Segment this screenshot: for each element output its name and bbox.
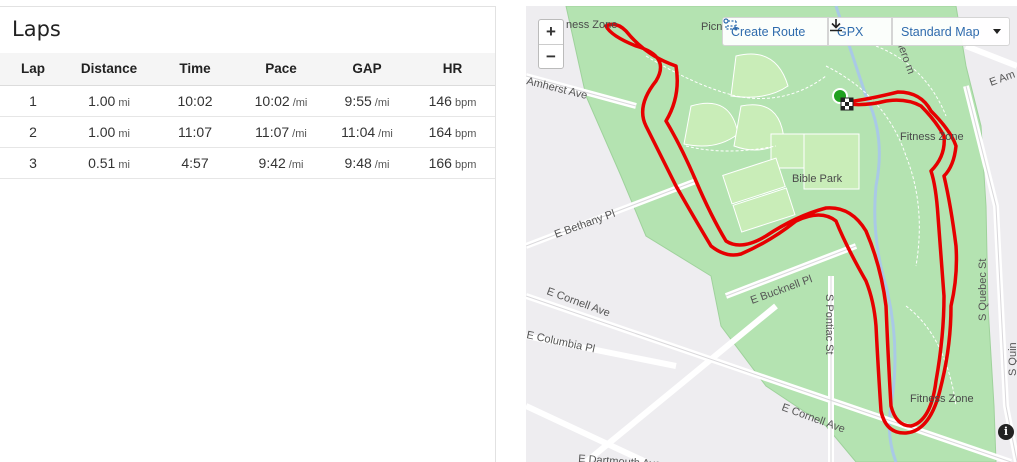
label-quince: S Quin xyxy=(1007,342,1017,376)
lap-distance: 1.00 mi xyxy=(66,116,152,148)
col-distance-header[interactable]: Distance xyxy=(66,53,152,86)
zoom-in-button[interactable]: + xyxy=(539,20,563,44)
label-columbia: E Columbia Pl xyxy=(526,329,596,355)
create-route-label: Create Route xyxy=(731,24,806,39)
label-quebec: S Quebec St xyxy=(977,259,989,321)
map-canvas[interactable]: ness Zone Picn Fitness Zone Bible Park F… xyxy=(526,6,1017,462)
lap-gap: 9:55/mi xyxy=(324,85,410,117)
label-amherst-right: E Am xyxy=(988,69,1017,89)
lap-time: 10:02 xyxy=(152,85,238,117)
lap-hr: 166 bpm xyxy=(410,147,495,179)
label-bethany: E Bethany Pl xyxy=(553,208,617,241)
lap-gap: 11:04/mi xyxy=(324,116,410,148)
lap-number: 3 xyxy=(0,147,66,179)
col-time-header[interactable]: Time xyxy=(152,53,238,86)
lap-pace: 10:02/mi xyxy=(238,85,324,117)
chevron-down-icon xyxy=(993,29,1001,34)
label-fitness-zone-bottom: Fitness Zone xyxy=(910,393,974,405)
laps-title: Laps xyxy=(12,17,61,41)
lap-time: 4:57 xyxy=(152,147,238,179)
label-amherst: Amherst Ave xyxy=(526,75,589,102)
label-bible-park: Bible Park xyxy=(792,173,843,185)
col-lap-header[interactable]: Lap xyxy=(0,53,66,86)
label-pontiac: S Pontiac St xyxy=(823,294,835,355)
lap-hr-unit: bpm xyxy=(454,96,477,109)
lap-distance-unit: mi xyxy=(118,127,130,140)
table-row[interactable]: 3 0.51 mi 4:57 9:42/mi 9:48/mi 166 bpm xyxy=(0,147,495,179)
lap-distance-value: 1.00 xyxy=(88,123,116,140)
download-icon xyxy=(830,19,842,32)
lap-number: 2 xyxy=(0,116,66,148)
lap-distance-value: 1.00 xyxy=(88,92,116,109)
label-fitness-zone-top: ness Zone xyxy=(566,19,617,31)
lap-gap-unit: /mi xyxy=(378,127,393,140)
zoom-out-button[interactable]: − xyxy=(539,44,563,68)
lap-pace: 11:07/mi xyxy=(238,116,324,148)
col-hr-header[interactable]: HR xyxy=(410,53,495,86)
lap-hr-value: 146 xyxy=(428,92,452,109)
lap-number: 1 xyxy=(0,85,66,117)
route-map[interactable]: ness Zone Picn Fitness Zone Bible Park F… xyxy=(526,6,1017,462)
lap-pace-value: 9:42 xyxy=(258,154,286,171)
label-fitness-zone-mid: Fitness Zone xyxy=(900,131,964,143)
zoom-control: + − xyxy=(538,19,564,69)
info-icon[interactable]: i xyxy=(998,424,1014,440)
lap-hr-value: 166 xyxy=(428,154,452,171)
lap-distance-value: 0.51 xyxy=(88,154,116,171)
lap-gap: 9:48/mi xyxy=(324,147,410,179)
lap-hr-value: 164 xyxy=(428,123,452,140)
lap-distance-unit: mi xyxy=(118,96,130,109)
laps-panel: Laps Lap Distance Time Pace GAP HR 1 1.0… xyxy=(0,6,496,462)
create-route-button[interactable]: Create Route xyxy=(722,17,828,46)
map-type-label: Standard Map xyxy=(901,24,980,39)
lap-gap-value: 9:48 xyxy=(344,154,372,171)
table-row[interactable]: 1 1.00 mi 10:02 10:02/mi 9:55/mi 146 bpm xyxy=(0,85,495,117)
lap-gap-value: 9:55 xyxy=(344,92,372,109)
lap-pace-unit: /mi xyxy=(292,127,307,140)
table-row[interactable]: 2 1.00 mi 11:07 11:07/mi 11:04/mi 164 bpm xyxy=(0,116,495,148)
col-gap-header[interactable]: GAP xyxy=(324,53,410,86)
laps-table: Lap Distance Time Pace GAP HR 1 1.00 mi 1… xyxy=(0,53,495,179)
lap-distance: 1.00 mi xyxy=(66,85,152,117)
lap-gap-unit: /mi xyxy=(374,96,390,109)
lap-pace: 9:42/mi xyxy=(238,147,324,179)
lap-pace-value: 10:02 xyxy=(254,92,290,109)
lap-distance: 0.51 mi xyxy=(66,147,152,179)
route-path-icon xyxy=(723,18,738,31)
lap-distance-unit: mi xyxy=(118,158,130,171)
map-type-dropdown[interactable]: Standard Map xyxy=(892,17,1010,46)
lap-hr: 164 bpm xyxy=(410,116,495,148)
lap-pace-unit: /mi xyxy=(288,158,304,171)
lap-hr: 146 bpm xyxy=(410,85,495,117)
lap-time: 11:07 xyxy=(152,116,238,148)
col-pace-header[interactable]: Pace xyxy=(238,53,324,86)
label-picnic: Picn xyxy=(701,21,722,33)
lap-gap-value: 11:04 xyxy=(341,123,376,140)
lap-hr-unit: bpm xyxy=(454,158,477,171)
laps-header-row: Lap Distance Time Pace GAP HR xyxy=(0,53,495,86)
lap-gap-unit: /mi xyxy=(374,158,390,171)
lap-hr-unit: bpm xyxy=(454,127,477,140)
gpx-download-button[interactable]: GPX xyxy=(828,17,892,46)
label-dartmouth: E Dartmouth Ave xyxy=(578,453,662,462)
lap-pace-unit: /mi xyxy=(292,96,308,109)
lap-pace-value: 11:07 xyxy=(255,123,290,140)
